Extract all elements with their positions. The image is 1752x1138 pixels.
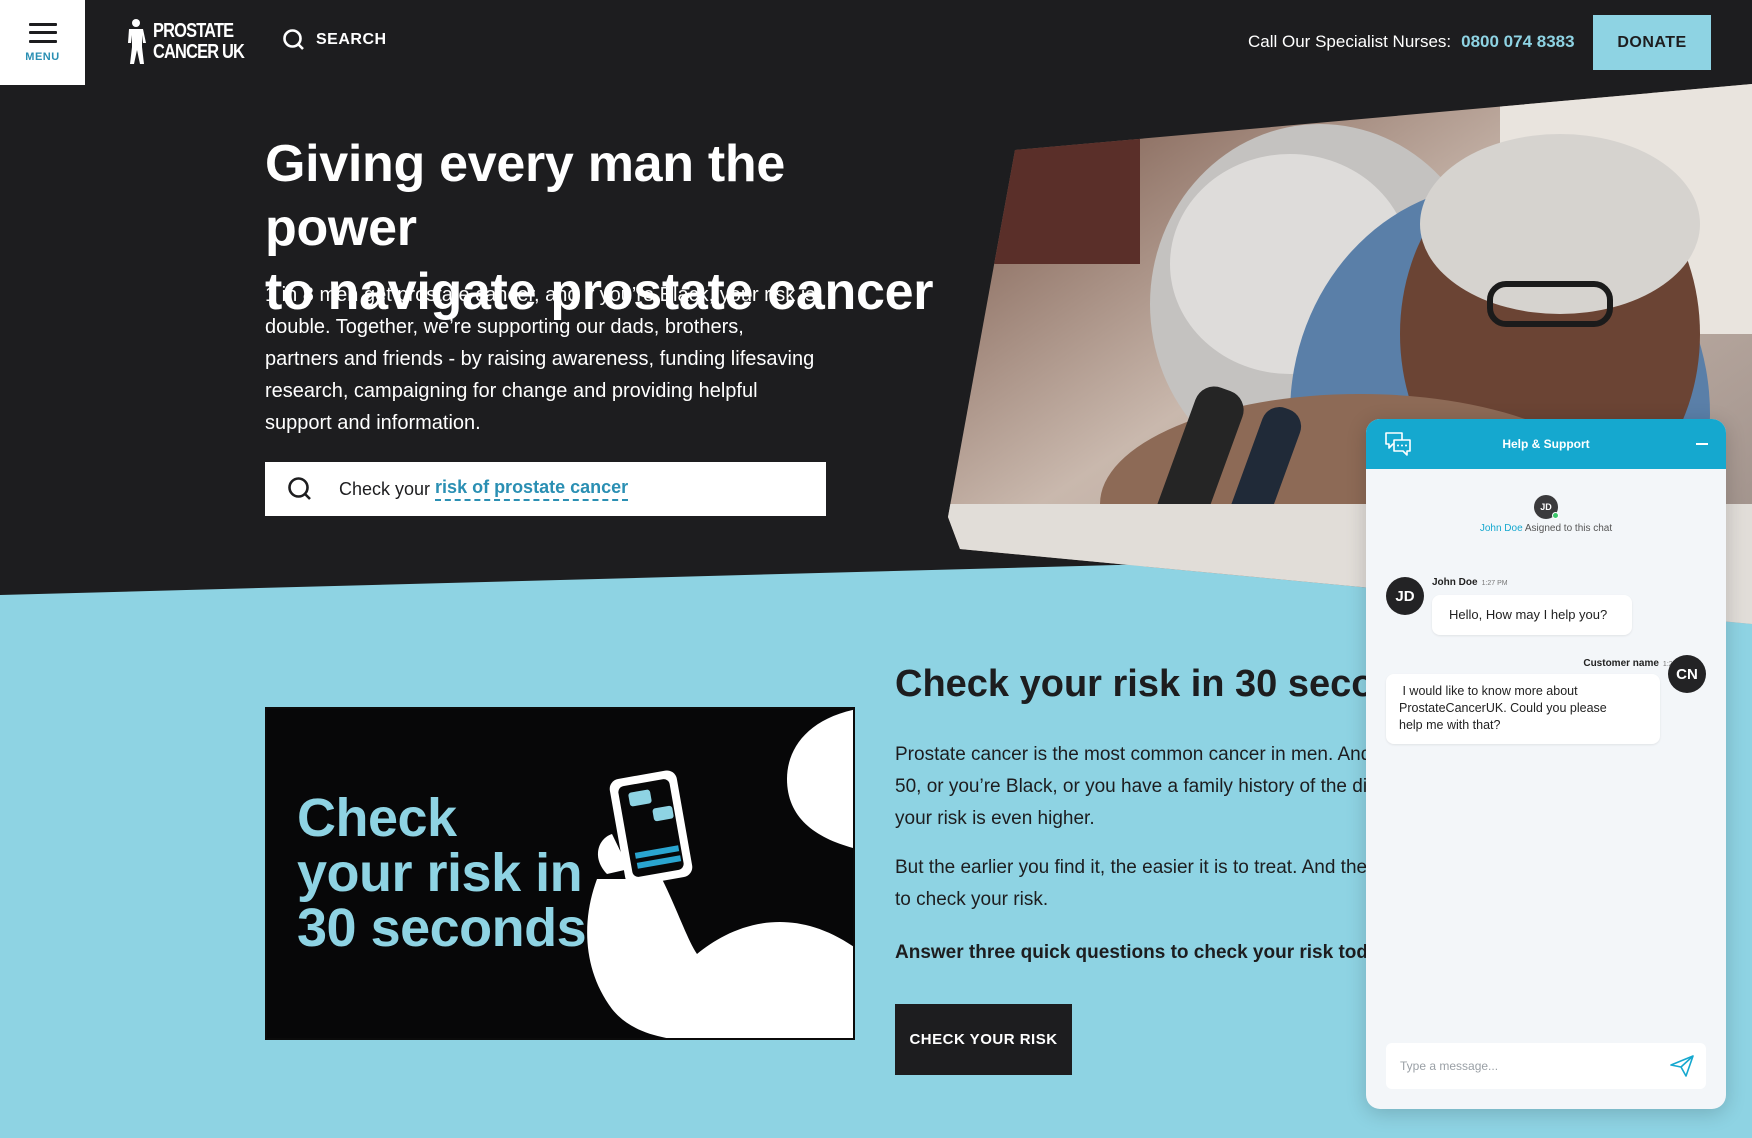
message-input[interactable] [1400, 1059, 1650, 1073]
nurses-phone-link[interactable]: 0800 074 8383 [1461, 32, 1574, 52]
nurses-contact: Call Our Specialist Nurses: 0800 074 838… [1248, 32, 1575, 52]
paragraph-line: 50, or you’re Black, or you have a famil… [895, 776, 1368, 797]
message-sender: Customer name [1583, 658, 1659, 669]
paragraph-line: your risk is even higher. [895, 808, 1095, 829]
risk-paragraph-2: But the earlier you find it, the easier … [895, 852, 1375, 916]
agent-assignment: JD John Doe Asigned to this chat [1366, 495, 1726, 534]
search-icon [283, 29, 304, 50]
menu-button[interactable]: MENU [0, 0, 85, 85]
chat-bubbles-icon [1385, 432, 1411, 456]
check-your-risk-button[interactable]: CHECK YOUR RISK [895, 1004, 1072, 1075]
hero-body-line: 1 in 8 men get prostate cancer, and if y… [265, 284, 816, 306]
message-sender: John Doe [1432, 577, 1478, 588]
promo-text: Check your risk in 30 seconds [297, 791, 617, 956]
online-status-dot [1552, 512, 1559, 519]
assigned-agent-name: John Doe [1479, 523, 1523, 534]
hamburger-icon [28, 22, 57, 43]
promo-line: your risk in [297, 843, 583, 903]
logo-figure-icon [128, 19, 146, 64]
risk-paragraph-3: Answer three quick questions to check yo… [895, 942, 1394, 963]
hero-title-line: Giving every man the power [265, 135, 785, 257]
chat-widget[interactable]: Help & Support JD John Doe Asigned to th… [1366, 419, 1726, 1109]
message-input-box[interactable] [1386, 1043, 1706, 1089]
search-icon [288, 477, 311, 500]
agent-avatar-small: JD [1534, 495, 1559, 519]
promo-line: 30 seconds [297, 898, 587, 958]
message-line: ProstateCancerUK. Could you please [1399, 701, 1607, 715]
logo[interactable]: PROSTATE CANCER UK [123, 18, 264, 66]
promo-line: Check [297, 788, 457, 848]
message-line: I would like to know more about [1399, 684, 1578, 698]
hero-body-line: support and information. [265, 412, 481, 434]
paragraph-line: Prostate cancer is the most common cance… [895, 744, 1372, 765]
logo-line2: CANCER UK [153, 41, 245, 63]
risk-check-prefix: Check your [339, 478, 431, 499]
search-label: SEARCH [316, 31, 387, 48]
chat-header: Help & Support [1366, 419, 1726, 469]
risk-section-title: Check your risk in 30 second [895, 663, 1421, 705]
message-meta: John Doe 1:27 PM [1432, 577, 1508, 588]
hero-body-line: partners and friends - by raising awaren… [265, 348, 815, 370]
risk-paragraph-1: Prostate cancer is the most common cance… [895, 739, 1375, 835]
agent-message-bubble: Hello, How may I help you? [1432, 595, 1632, 635]
send-icon[interactable] [1670, 1055, 1694, 1077]
donate-button[interactable]: DONATE [1593, 15, 1711, 70]
paragraph-line: to check your risk. [895, 889, 1049, 910]
message-meta: Customer name1:27 PM [1545, 658, 1689, 669]
assigned-text: Asigned to this chat [1524, 523, 1613, 534]
customer-avatar: CN [1668, 655, 1706, 693]
logo-line1: PROSTATE [153, 20, 234, 42]
customer-message-bubble: I would like to know more about Prostate… [1386, 674, 1660, 744]
message-time: 1:27 PM [1481, 580, 1508, 587]
hero-body-line: double. Together, we’re supporting our d… [265, 316, 744, 338]
chat-title: Help & Support [1502, 437, 1590, 451]
hero-body: 1 in 8 men get prostate cancer, and if y… [265, 279, 855, 439]
agent-avatar: JD [1386, 577, 1424, 615]
menu-label: MENU [25, 50, 60, 63]
agent-initials: JD [1540, 502, 1552, 512]
paragraph-line: But the earlier you find it, the easier … [895, 857, 1368, 878]
minimize-icon [1696, 443, 1708, 445]
risk-check-link[interactable]: risk of prostate cancer [435, 477, 629, 501]
nurses-text: Call Our Specialist Nurses: [1248, 32, 1452, 51]
risk-promo-card[interactable]: Check your risk in 30 seconds [265, 707, 855, 1040]
message-line: help me with that? [1399, 718, 1501, 732]
risk-check-input[interactable]: Check your risk of prostate cancer [265, 462, 826, 516]
hero-body-line: research, campaigning for change and pro… [265, 380, 758, 402]
search-button[interactable]: SEARCH [282, 28, 387, 52]
